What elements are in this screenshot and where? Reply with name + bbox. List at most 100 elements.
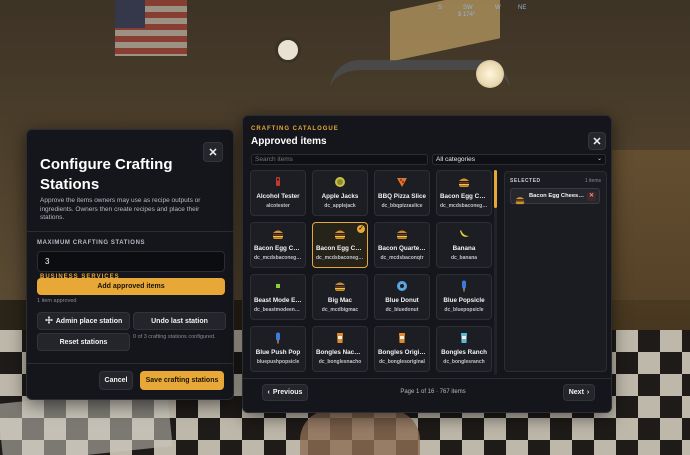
popsicle-icon — [458, 279, 470, 292]
item-card[interactable]: Bongles Nacho Cheese dc_bonglesnacho — [312, 326, 368, 372]
compass-w: W — [495, 5, 501, 11]
item-name: Bacon Egg Cheese Bagel — [440, 193, 488, 200]
sandwich-icon — [272, 227, 284, 239]
panel-description: Approve the items owners may use as reci… — [40, 197, 201, 221]
undo-last-station-button[interactable]: Undo last station — [133, 312, 226, 330]
item-code: dc_mcdbigmac — [321, 307, 359, 313]
item-code: dc_mcdsbaconqtr — [380, 255, 424, 261]
divider — [27, 231, 233, 232]
max-stations-input[interactable] — [37, 251, 225, 272]
banana-icon — [458, 227, 470, 239]
check-icon: ✓ — [357, 225, 365, 233]
flag-decoration — [115, 0, 187, 56]
donut-icon — [396, 279, 408, 291]
hud-compass: S SW W NE $ 174° — [360, 5, 560, 19]
tester-icon — [272, 175, 284, 187]
chevron-left-icon: ‹ — [267, 389, 270, 396]
item-card[interactable]: Alcohol Tester alcotester — [250, 170, 306, 216]
item-card[interactable]: Banana dc_banana — [436, 222, 492, 268]
item-code: dc_banana — [450, 255, 478, 261]
close-button[interactable]: ✕ — [203, 142, 223, 162]
item-card[interactable]: Big Mac dc_mcdbigmac — [312, 274, 368, 320]
item-name: Bongles Original — [378, 349, 426, 356]
sandwich-icon — [458, 175, 470, 187]
close-button[interactable]: ✕ — [588, 132, 606, 150]
item-card[interactable]: Blue Popsicle dc_bluepopsicle — [436, 274, 492, 320]
compass-sw: SW — [463, 5, 473, 11]
next-label: Next — [568, 389, 584, 396]
item-name: Blue Push Pop — [255, 349, 301, 356]
compass-ne: NE — [518, 5, 527, 11]
page-indicator: Page 1 of 16 · 767 items — [400, 389, 466, 395]
item-name: Apple Jacks — [321, 193, 359, 200]
configure-stations-panel: BUSINESS SERVICES Configure Crafting Sta… — [26, 129, 234, 400]
panel-title: Configure Crafting Stations — [40, 156, 173, 193]
search-input[interactable] — [251, 154, 428, 165]
item-name: BBQ Pizza Slice — [378, 193, 426, 200]
pizza-icon — [396, 175, 408, 187]
item-card[interactable]: Bongles Original dc_bonglesoriginal — [374, 326, 430, 372]
item-card[interactable]: Bacon Egg Cheese McGriddle dc_mcdsbaconeg… — [312, 222, 368, 268]
catalogue-title: Approved items — [251, 136, 327, 147]
item-card[interactable]: Bacon Egg Cheese Bagel dc_mcdsbaconeggche… — [436, 170, 492, 216]
pushpop-icon — [272, 331, 284, 344]
item-card[interactable]: BBQ Pizza Slice dc_bbqpizzaslice — [374, 170, 430, 216]
reset-stations-button[interactable]: Reset stations — [37, 333, 130, 351]
divider — [27, 363, 233, 364]
item-name: Alcohol Tester — [256, 193, 300, 200]
item-code: dc_applejack — [324, 203, 356, 209]
selected-item-name: Bacon Egg Cheese McGriddle — [529, 193, 586, 199]
item-code: dc_bbqpizzaslice — [381, 203, 423, 209]
catalogue-eyebrow: CRAFTING CATALOGUE — [251, 126, 339, 132]
item-card[interactable]: Bacon Quarter Pounder dc_mcdsbaconqtr — [374, 222, 430, 268]
item-name: Bongles Nacho Cheese — [316, 349, 364, 356]
item-code: bluepushpopsicle — [256, 359, 300, 365]
previous-label: Previous — [272, 389, 303, 396]
cereal-bowl-icon — [334, 175, 346, 187]
next-page-button[interactable]: Next › — [563, 384, 595, 401]
item-code: dc_bonglesranch — [443, 359, 485, 365]
item-card[interactable]: Apple Jacks dc_applejack — [312, 170, 368, 216]
admin-place-station-button[interactable]: Admin place station — [37, 312, 130, 330]
wall-clock — [275, 37, 301, 63]
cancel-button[interactable]: Cancel — [99, 371, 133, 390]
item-code: dc_bluedonut — [385, 307, 419, 313]
sandwich-icon — [515, 192, 525, 205]
item-name: Bacon Egg Cheese Biscuit — [254, 245, 302, 252]
selected-items-box: SELECTED 1 items Bacon Egg Cheese McGrid… — [504, 171, 607, 372]
item-name: Big Mac — [327, 297, 353, 304]
item-card[interactable]: Blue Push Pop bluepushpopsicle — [250, 326, 306, 372]
crafting-catalogue-panel: CRAFTING CATALOGUE Approved items ✕ All … — [242, 115, 612, 413]
admin-place-label: Admin place station — [55, 317, 123, 325]
selected-item[interactable]: Bacon Egg Cheese McGriddle ✕ — [510, 188, 600, 205]
category-select[interactable]: All categories ⌄ — [432, 154, 606, 165]
item-code: alcotester — [266, 203, 290, 209]
item-name: Bongles Ranch — [441, 349, 487, 356]
chevron-right-icon: › — [586, 389, 590, 396]
item-name: Beast Mode Energy — [254, 297, 302, 304]
previous-page-button[interactable]: ‹ Previous — [262, 384, 308, 401]
item-card[interactable]: Bongles Ranch dc_bonglesranch — [436, 326, 492, 372]
selected-count: 1 items — [584, 178, 601, 184]
burger-icon — [396, 227, 408, 239]
item-code: dc_bluepopsicle — [444, 307, 484, 313]
item-code: dc_mcdsbaconeggcheese — [316, 255, 364, 261]
item-name: Blue Popsicle — [443, 297, 485, 304]
grid-scroll-thumb[interactable] — [494, 170, 497, 208]
item-name: Bacon Quarter Pounder — [378, 245, 426, 252]
item-code: dc_mcdsbaconeggcheese — [440, 203, 488, 209]
move-icon — [44, 316, 53, 326]
item-card[interactable]: Beast Mode Energy dc_beastmodeenergy — [250, 274, 306, 320]
item-card[interactable]: Bacon Egg Cheese Biscuit dc_mcdsbaconeggb… — [250, 222, 306, 268]
remove-item-button[interactable]: ✕ — [587, 192, 596, 201]
add-approved-items-button[interactable]: Add approved items — [37, 278, 225, 295]
chips-icon — [458, 331, 470, 343]
item-code: dc_mcdsbaconeggbiscuit — [254, 255, 302, 261]
item-code: dc_bonglesoriginal — [379, 359, 425, 365]
chevron-down-icon: ⌄ — [596, 156, 602, 162]
chips-icon — [334, 331, 346, 343]
compass-s: S — [438, 5, 443, 11]
save-crafting-stations-button[interactable]: Save crafting stations — [140, 371, 224, 390]
can-icon — [272, 279, 284, 291]
item-card[interactable]: Blue Donut dc_bluedonut — [374, 274, 430, 320]
